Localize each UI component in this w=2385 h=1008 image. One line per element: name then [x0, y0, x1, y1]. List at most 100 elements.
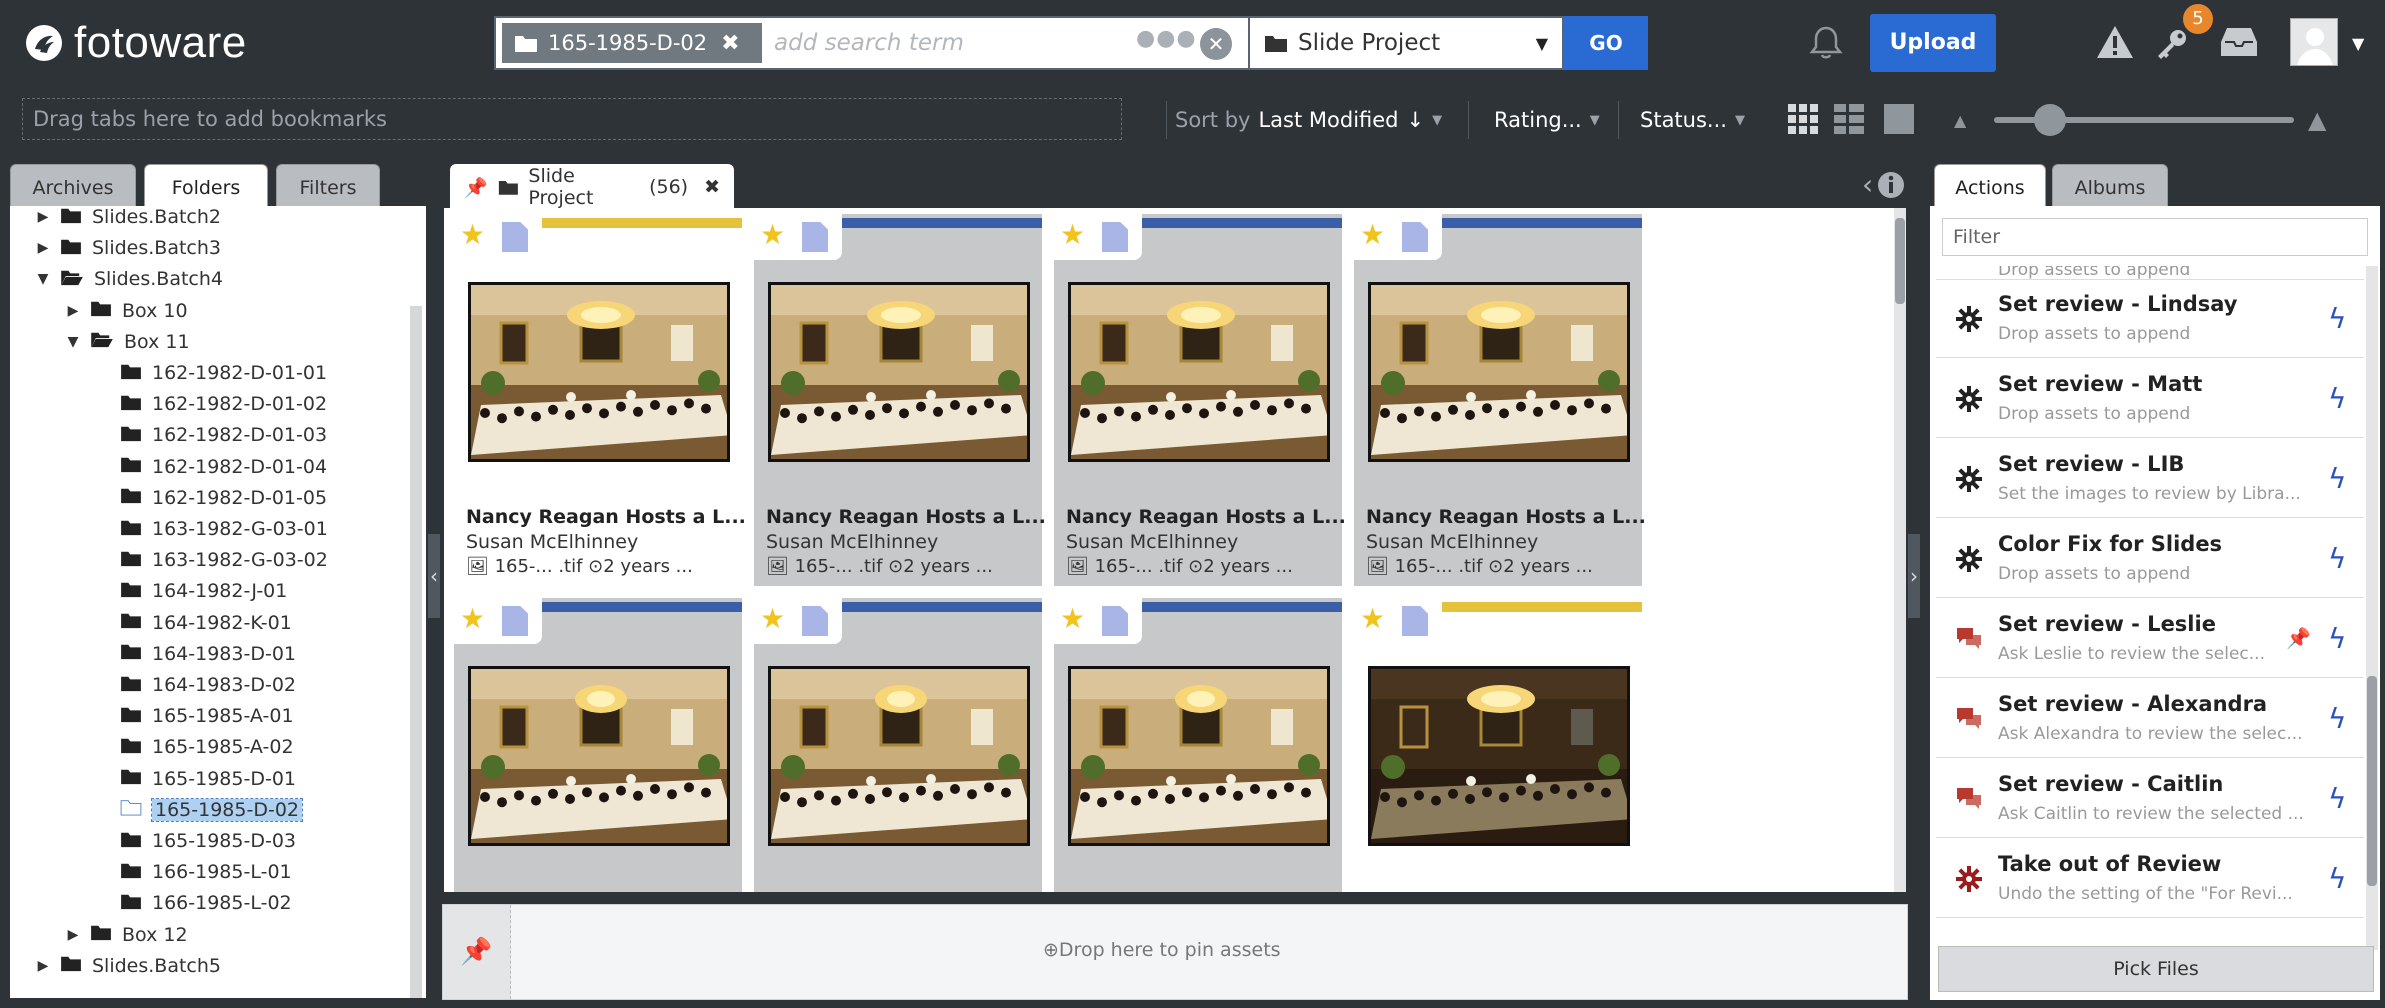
info-toggle[interactable]: ‹ [1862, 168, 1905, 201]
collapse-left-panel-button[interactable]: ‹ [428, 534, 440, 618]
asset-card[interactable]: ★ State Dining Room Set f... [454, 598, 745, 892]
action-item[interactable]: Set review - Alexandra Ask Alexandra to r… [1936, 680, 2364, 758]
lightning-icon[interactable]: ϟ [2328, 542, 2346, 575]
document-icon[interactable] [502, 222, 528, 252]
star-icon[interactable]: ★ [460, 220, 485, 250]
lightning-icon[interactable]: ϟ [2328, 302, 2346, 335]
asset-card[interactable]: ★ Nancy Reagan Hosts a L... Susan McElhinn… [454, 214, 746, 586]
scrollbar[interactable] [410, 306, 422, 998]
tree-node[interactable]: ▶ Slides.Batch5 [36, 951, 221, 981]
asset-thumbnail[interactable] [768, 282, 1030, 462]
filter-input[interactable] [1942, 218, 2368, 256]
lightning-icon[interactable]: ϟ [2328, 782, 2346, 815]
asset-thumbnail[interactable] [1368, 666, 1630, 846]
action-item[interactable]: Set review - Matt Drop assets to append ϟ [1936, 360, 2364, 438]
tree-node[interactable]: ▶ Slides.Batch3 [36, 233, 221, 263]
document-icon[interactable] [1402, 222, 1428, 252]
action-item[interactable]: Set review - Caitlin Ask Caitlin to revie… [1936, 760, 2364, 838]
clear-search-button[interactable]: ✕ [1200, 28, 1232, 60]
tree-node[interactable]: 165-1985-A-01 [96, 701, 294, 731]
asset-card[interactable]: ★ Nancy Reagan Hosts a L... Susan McElhinn… [1354, 214, 1646, 586]
document-icon[interactable] [502, 606, 528, 636]
lightning-icon[interactable]: ϟ [2328, 862, 2346, 895]
tree-node[interactable]: 162-1982-D-01-01 [96, 358, 327, 388]
zoom-thumb[interactable] [2034, 104, 2066, 136]
chevron-right-icon[interactable]: ▶ [36, 209, 50, 225]
key-icon[interactable] [2154, 26, 2190, 67]
action-item[interactable]: Set review - Leslie Ask Leslie to review … [1936, 600, 2364, 678]
document-icon[interactable] [802, 606, 828, 636]
asset-thumbnail[interactable] [468, 666, 730, 846]
avatar[interactable] [2290, 18, 2338, 66]
tree-node[interactable]: 162-1982-D-01-04 [96, 452, 327, 482]
lightning-icon[interactable]: ϟ [2328, 382, 2346, 415]
status-filter[interactable]: Status... ▼ [1640, 100, 1745, 140]
asset-thumbnail[interactable] [1068, 282, 1330, 462]
tree-node[interactable]: 164-1982-K-01 [96, 608, 292, 638]
pin-drop-zone[interactable]: 📌 ⊕Drop here to pin assets [442, 904, 1908, 1000]
document-icon[interactable] [802, 222, 828, 252]
tree-node[interactable]: 166-1985-L-01 [96, 857, 292, 887]
action-item[interactable]: Color Fix for Slides Drop assets to appen… [1936, 520, 2364, 598]
document-icon[interactable] [1402, 606, 1428, 636]
chevron-down-icon[interactable]: ▼ [2352, 34, 2364, 53]
asset-thumbnail[interactable] [468, 282, 730, 462]
tree-node[interactable]: 162-1982-D-01-03 [96, 420, 327, 450]
tree-node[interactable]: ▼ Box 11 [66, 327, 190, 357]
tree-node[interactable]: 163-1982-G-03-02 [96, 545, 328, 575]
more-options-icon[interactable]: ●●● [1136, 26, 1197, 51]
lightning-icon[interactable]: ϟ [2328, 462, 2346, 495]
warning-icon[interactable] [2096, 24, 2134, 65]
asset-card[interactable]: ★ Nancy Reagan Hosts a L... [1354, 598, 1646, 892]
asset-thumbnail[interactable] [1068, 666, 1330, 846]
tree-node[interactable]: 165-1985-D-01 [96, 764, 296, 794]
tree-node[interactable]: 164-1983-D-02 [96, 670, 296, 700]
chevron-down-icon[interactable]: ▼ [36, 271, 50, 287]
pick-files-button[interactable]: Pick Files [1938, 946, 2374, 992]
pin-icon[interactable]: 📌 [464, 176, 488, 199]
tree-node[interactable]: 164-1982-J-01 [96, 576, 287, 606]
collapse-right-panel-button[interactable]: › [1908, 534, 1920, 618]
bookmark-bar[interactable]: Drag tabs here to add bookmarks [22, 98, 1122, 140]
tree-node[interactable]: 165-1985-A-02 [96, 732, 294, 762]
pin-icon[interactable]: 📌 [2286, 626, 2311, 650]
asset-card[interactable]: ★ Nancy Reagan Hosts a L... Susan McElhinn… [754, 214, 1046, 586]
action-item[interactable]: Set review - LIB Set the images to review… [1936, 440, 2364, 518]
scrollbar[interactable] [1894, 208, 1906, 892]
grid-view-icon[interactable] [1788, 104, 1818, 139]
tree-node[interactable]: 166-1985-L-02 [96, 888, 292, 918]
close-icon[interactable]: ✖ [704, 176, 720, 198]
rating-filter[interactable]: Rating... ▼ [1494, 100, 1619, 140]
lightning-icon[interactable]: ϟ [2328, 702, 2346, 735]
single-view-icon[interactable] [1884, 104, 1914, 139]
chevron-down-icon[interactable]: ▼ [66, 334, 80, 350]
project-select[interactable]: Slide Project ▼ [1248, 16, 1564, 70]
search-bar[interactable]: 165-1985-D-02 ✖ ●●● ✕ [494, 16, 1248, 70]
tree-node[interactable]: 164-1983-D-01 [96, 639, 296, 669]
chevron-right-icon[interactable]: ▶ [36, 958, 50, 974]
search-input[interactable] [774, 24, 1114, 62]
tree-node[interactable]: ▼ Slides.Batch4 [36, 264, 223, 294]
star-icon[interactable]: ★ [1360, 604, 1385, 634]
go-button[interactable]: GO [1564, 16, 1648, 70]
tab-albums[interactable]: Albums [2052, 164, 2168, 210]
chevron-right-icon[interactable]: ▶ [66, 303, 80, 319]
list-item[interactable]: Drop assets to append [1936, 266, 2364, 280]
fotoware-logo[interactable]: fotoware [24, 18, 247, 68]
tab-actions[interactable]: Actions [1934, 164, 2046, 210]
asset-thumbnail[interactable] [768, 666, 1030, 846]
scrollbar-thumb[interactable] [1895, 218, 1905, 304]
chevron-right-icon[interactable]: ▶ [66, 927, 80, 943]
tree-node[interactable]: 165-1985-D-03 [96, 826, 296, 856]
tab-archives[interactable]: Archives [10, 164, 136, 210]
zoom-in-icon[interactable]: ▲ [2308, 106, 2326, 134]
scrollbar-thumb[interactable] [2367, 676, 2377, 886]
chevron-right-icon[interactable]: ▶ [36, 240, 50, 256]
search-chip[interactable]: 165-1985-D-02 ✖ [502, 23, 762, 63]
tree-node[interactable]: 163-1982-G-03-01 [96, 514, 328, 544]
document-icon[interactable] [1102, 606, 1128, 636]
asset-thumbnail[interactable] [1368, 282, 1630, 462]
tab-folders[interactable]: Folders [144, 164, 268, 210]
chip-remove-icon[interactable]: ✖ [721, 31, 739, 56]
tab-slide-project[interactable]: 📌 Slide Project (56) ✖ [450, 164, 734, 210]
